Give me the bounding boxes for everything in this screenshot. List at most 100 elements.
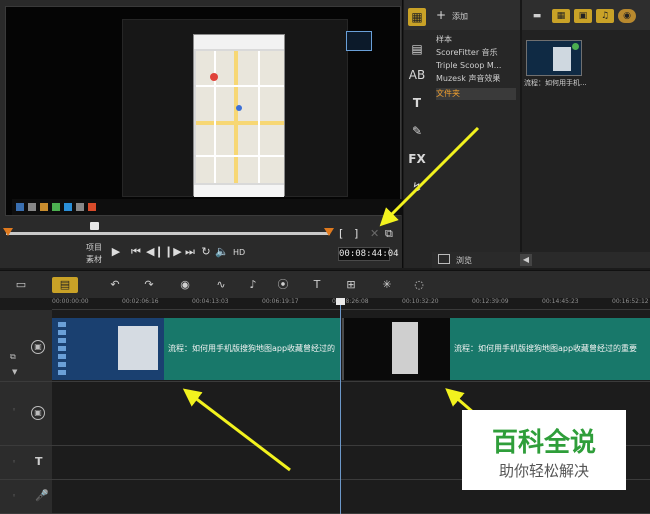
track-visibility-icon[interactable]: ◦	[12, 458, 16, 466]
sound-mixer-icon[interactable]: ∿	[212, 277, 230, 293]
clip1-title-strip[interactable]: 流程：如何用手机版搜狗地图app收藏曾经过的	[164, 318, 340, 380]
library-item-scorefitter[interactable]: ScoreFitter 音乐	[436, 47, 516, 59]
enlarge-preview-icon[interactable]: ⧉	[385, 227, 393, 241]
add-icon[interactable]: +	[436, 8, 446, 22]
play-button[interactable]: ▶	[108, 244, 124, 260]
record-capture-icon[interactable]: ◉	[176, 277, 194, 293]
next-frame-icon[interactable]: ❙▶	[164, 244, 182, 260]
mode-selector[interactable]: 项目 素材	[86, 242, 106, 266]
library-folder-list: 样本 ScoreFitter 音乐 Triple Scoop M... Muze…	[432, 30, 518, 250]
media-thumbnail[interactable]	[526, 40, 582, 76]
previous-frame-icon[interactable]: ◀❙	[146, 244, 164, 260]
mode-project-label[interactable]: 项目	[86, 242, 106, 254]
track-visibility-icon[interactable]: ◦	[12, 406, 16, 414]
redo-icon[interactable]: ↷	[140, 277, 158, 293]
scrub-handle[interactable]	[90, 222, 99, 230]
clip2-title-strip[interactable]: 流程：如何用手机版搜狗地图app收藏曾经过的重要	[450, 318, 650, 380]
subtitle-editor-icon[interactable]: T	[308, 277, 326, 293]
preview-panel: 项目 素材 ▶ ⏮ ◀❙ ❙▶ ⏭ ↻ 🔈 HD [ ] ✕ ⧉ 00:08:4…	[0, 0, 403, 268]
watermark-main-text: 百科全说	[491, 428, 596, 458]
show-audio-icon[interactable]: ♫	[596, 9, 614, 23]
mode-clip-label[interactable]: 素材	[86, 254, 106, 266]
filter-icon[interactable]: FX	[408, 150, 426, 168]
library-toolbar: + 添加 ▬ ▦ ▣ ♫ ◉	[404, 0, 650, 30]
overlay-track-icon[interactable]: ▣	[31, 406, 45, 420]
timeline-toolbar: ▭ ▤ ↶ ↷ ◉ ∿ ♪ ⦿ T ⊞ ✳ ◌	[0, 270, 650, 298]
phone-search-bar	[194, 35, 284, 49]
go-to-end-icon[interactable]: ⏭	[182, 244, 198, 260]
map-pin-icon	[210, 73, 218, 81]
instant-project-icon[interactable]: ▤	[408, 40, 426, 58]
ruler-tick: 00:10:32:20	[402, 298, 439, 305]
folder-icon[interactable]: ▬	[528, 9, 546, 23]
ruler-tick: 00:16:52:12	[612, 298, 649, 305]
video-track-icon[interactable]: ▣	[31, 340, 45, 354]
auto-music-icon[interactable]: ♪	[244, 277, 262, 293]
time-remapping-icon[interactable]: ✳	[378, 277, 396, 293]
go-to-start-icon[interactable]: ⏮	[128, 244, 144, 260]
options-icon[interactable]	[438, 254, 450, 264]
playhead-line[interactable]	[340, 298, 341, 514]
library-item-samples[interactable]: 样本	[436, 34, 516, 46]
ruler-tick: 00:02:06:16	[122, 298, 159, 305]
watermark-logo: 百科全说 助你轻松解决	[462, 410, 626, 490]
trim-in-marker[interactable]	[3, 228, 13, 236]
volume-icon[interactable]: 🔈	[214, 244, 230, 260]
track-dropdown-icon[interactable]: ▼	[12, 368, 17, 376]
show-videos-icon[interactable]: ▦	[552, 9, 570, 23]
ruler-tick: 00:06:19:17	[262, 298, 299, 305]
playhead-handle[interactable]	[336, 298, 345, 305]
video-track-header: ⧉ ▼ ▣	[0, 310, 52, 382]
add-folder-label[interactable]: 添加	[452, 11, 468, 22]
hd-toggle[interactable]: HD	[233, 248, 245, 257]
library-item-triple-scoop[interactable]: Triple Scoop M...	[436, 60, 516, 72]
library-panel: + 添加 ▬ ▦ ▣ ♫ ◉ ▦ ▤ AB T ✎ FX ↯ 样本 ScoreF…	[404, 0, 650, 268]
voice-track-icon[interactable]: 🎤	[35, 489, 49, 502]
preview-screen	[5, 6, 402, 216]
graphic-icon[interactable]: ✎	[408, 122, 426, 140]
mark-in-button[interactable]: [	[339, 227, 343, 240]
browse-label[interactable]: 浏览	[456, 255, 472, 266]
map-image	[196, 51, 284, 183]
mark-out-button[interactable]: ]	[354, 227, 358, 240]
timecode-display[interactable]: 00:08:44:04	[338, 247, 399, 261]
track-visibility-icon[interactable]: ◦	[12, 492, 16, 500]
library-item-folder[interactable]: 文件夹	[436, 88, 516, 100]
media-thumbnail-caption: 流程：如何用手机...	[524, 79, 587, 87]
trim-out-marker[interactable]	[324, 228, 334, 236]
scrub-bar[interactable]	[6, 232, 330, 235]
timeline-ruler[interactable]: 00:00:00:00 00:02:06:16 00:04:13:03 00:0…	[52, 298, 650, 310]
transition-icon[interactable]: AB	[408, 66, 426, 84]
watermark-sub-text: 助你轻松解决	[498, 462, 589, 480]
ruler-tick: 00:00:00:00	[52, 298, 89, 305]
location-dot-icon	[236, 105, 242, 111]
desktop-mini-thumbnail	[346, 31, 372, 51]
multi-camera-icon[interactable]: ⊞	[342, 277, 360, 293]
library-category-sidebar: ▦ ▤ AB T ✎ FX ↯	[404, 8, 430, 268]
path-icon[interactable]: ↯	[408, 178, 426, 196]
title-icon[interactable]: T	[408, 94, 426, 112]
sort-icon[interactable]: ◉	[618, 9, 636, 23]
show-photos-icon[interactable]: ▣	[574, 9, 592, 23]
clip2-thumbnail[interactable]	[342, 318, 450, 380]
overlay-track-header: ◦ ▣	[0, 382, 52, 446]
library-item-muzesk[interactable]: Muzesk 声音效果	[436, 73, 516, 85]
repeat-icon[interactable]: ↻	[198, 244, 214, 260]
voice-track-header: ◦ 🎤	[0, 480, 52, 514]
library-bottom-bar: 浏览 ◀	[432, 252, 650, 268]
clip1-thumbnail[interactable]	[52, 318, 164, 380]
timeline-view-icon[interactable]: ▤	[52, 277, 78, 293]
video-track: 流程：如何用手机版搜狗地图app收藏曾经过的 流程：如何用手机版搜狗地图app收…	[52, 310, 650, 382]
desktop-taskbar	[12, 199, 402, 215]
track-manager-icon[interactable]: ⧉	[10, 352, 16, 362]
motion-tracking-icon[interactable]: ⦿	[274, 277, 292, 293]
undo-icon[interactable]: ↶	[106, 277, 124, 293]
title-track-icon[interactable]: T	[35, 455, 43, 468]
captured-desktop-window	[122, 19, 348, 197]
storyboard-view-icon[interactable]: ▭	[12, 277, 30, 293]
media-category-icon[interactable]: ▦	[408, 8, 426, 26]
zoom-fit-icon[interactable]: ◌	[410, 277, 428, 293]
phone-bottom-nav	[194, 185, 284, 197]
split-clip-icon[interactable]: ✕	[370, 227, 379, 240]
collapse-icon[interactable]: ◀	[520, 254, 532, 266]
